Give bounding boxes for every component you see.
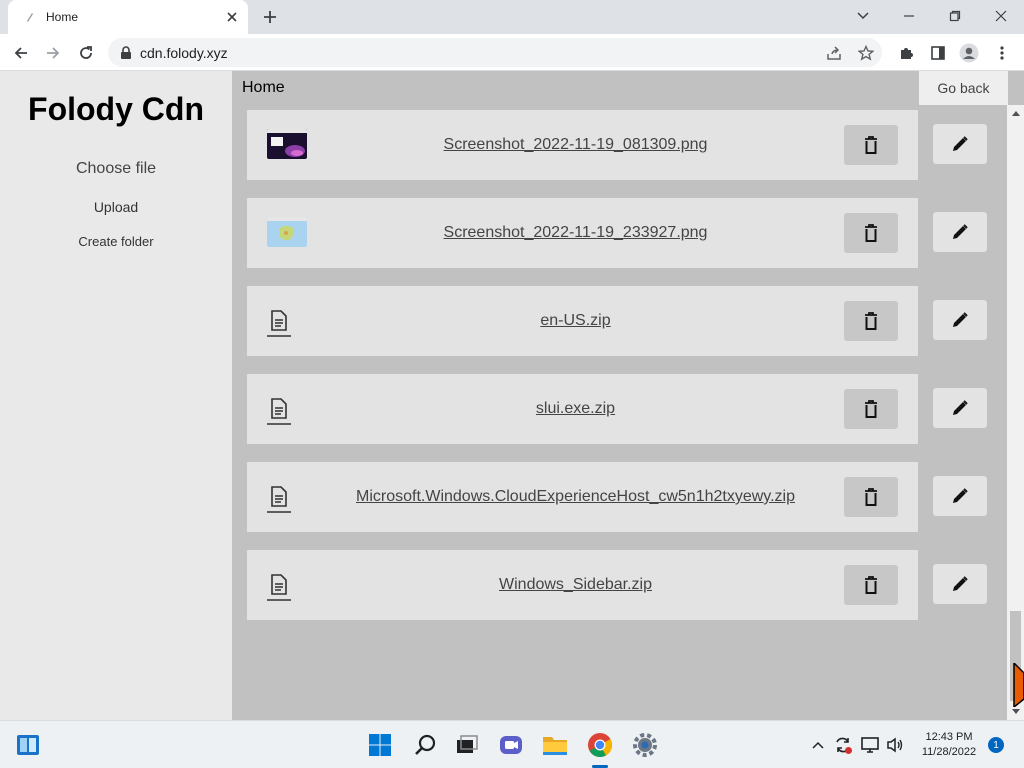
document-icon: [266, 484, 292, 514]
edit-button[interactable]: [933, 564, 987, 604]
file-row: Screenshot_2022-11-19_081309.png: [247, 110, 918, 180]
image-thumbnail: [267, 129, 307, 159]
settings-gear-icon[interactable]: [631, 731, 659, 759]
pencil-icon: [953, 312, 968, 327]
delete-button[interactable]: [844, 565, 898, 605]
new-tab-button[interactable]: [258, 6, 282, 28]
trash-icon: [865, 488, 877, 506]
tab-title: Home: [46, 10, 79, 24]
browser-tab[interactable]: Home: [8, 0, 248, 34]
search-icon[interactable]: [411, 731, 439, 759]
edit-button[interactable]: [933, 388, 987, 428]
back-arrow-icon[interactable]: [8, 40, 34, 66]
pencil-icon: [953, 576, 968, 591]
file-explorer-icon[interactable]: [541, 731, 569, 759]
create-folder-button[interactable]: Create folder: [0, 234, 232, 249]
bookmark-star-icon[interactable]: [853, 40, 879, 66]
file-name-link[interactable]: en-US.zip: [317, 286, 834, 356]
file-name-link[interactable]: Screenshot_2022-11-19_233927.png: [317, 198, 834, 268]
delete-button[interactable]: [844, 213, 898, 253]
extensions-puzzle-icon[interactable]: [893, 40, 919, 66]
favicon-icon: [24, 11, 36, 23]
reload-icon[interactable]: [73, 40, 99, 66]
edit-button[interactable]: [933, 300, 987, 340]
lock-icon[interactable]: [120, 45, 132, 60]
close-tab-icon[interactable]: [226, 11, 238, 23]
trash-icon: [865, 136, 877, 154]
edit-button[interactable]: [933, 212, 987, 252]
trash-icon: [865, 576, 877, 594]
scroll-down-arrow-icon[interactable]: [1010, 708, 1021, 716]
pencil-icon: [953, 400, 968, 415]
edit-button[interactable]: [933, 476, 987, 516]
document-icon: [266, 396, 292, 426]
share-icon[interactable]: [821, 40, 847, 66]
delete-button[interactable]: [844, 301, 898, 341]
clock-date: 11/28/2022: [921, 746, 977, 758]
chevron-up-icon[interactable]: [810, 737, 826, 753]
address-bar[interactable]: cdn.folody.xyz: [108, 38, 882, 67]
widgets-icon[interactable]: [14, 731, 42, 759]
sidebar: Folody Cdn Choose file Upload Create fol…: [0, 71, 232, 720]
task-view-icon[interactable]: [453, 731, 481, 759]
trash-icon: [865, 312, 877, 330]
url-text: cdn.folody.xyz: [140, 44, 228, 61]
delete-button[interactable]: [844, 125, 898, 165]
web-page: Folody Cdn Choose file Upload Create fol…: [0, 71, 1024, 720]
windows-start-icon[interactable]: [366, 731, 394, 759]
mouse-cursor-icon: [1012, 661, 1024, 709]
trash-icon: [865, 400, 877, 418]
file-row: Windows_Sidebar.zip: [247, 550, 918, 620]
trash-icon: [865, 224, 877, 242]
pencil-icon: [953, 488, 968, 503]
browser-toolbar: cdn.folody.xyz: [0, 34, 1024, 71]
side-panel-icon[interactable]: [925, 40, 951, 66]
file-row: en-US.zip: [247, 286, 918, 356]
system-clock[interactable]: 12:43 PM 11/28/2022: [912, 730, 986, 760]
kebab-menu-icon[interactable]: [989, 40, 1015, 66]
clock-time: 12:43 PM: [925, 731, 973, 743]
sync-alert-icon[interactable]: [833, 735, 853, 755]
go-back-button[interactable]: Go back: [919, 71, 1008, 105]
profile-avatar-icon[interactable]: [956, 40, 982, 66]
file-row: slui.exe.zip: [247, 374, 918, 444]
edit-button[interactable]: [933, 124, 987, 164]
brand-title: Folody Cdn: [28, 91, 204, 127]
image-thumbnail: [267, 217, 307, 247]
document-icon: [266, 308, 292, 338]
document-icon: [266, 572, 292, 602]
pencil-icon: [953, 136, 968, 151]
choose-file-button[interactable]: Choose file: [0, 160, 232, 178]
chat-icon[interactable]: [497, 731, 525, 759]
network-icon[interactable]: [860, 735, 880, 755]
chrome-icon[interactable]: [586, 731, 614, 759]
delete-button[interactable]: [844, 389, 898, 429]
restore-icon[interactable]: [940, 4, 970, 28]
close-window-icon[interactable]: [986, 4, 1016, 28]
tab-search-icon[interactable]: [848, 4, 878, 28]
volume-icon[interactable]: [885, 735, 905, 755]
forward-arrow-icon[interactable]: [40, 40, 66, 66]
upload-button[interactable]: Upload: [0, 199, 232, 215]
minimize-icon[interactable]: [894, 4, 924, 28]
taskbar: 12:43 PM 11/28/2022 1: [0, 720, 1024, 768]
file-name-link[interactable]: Screenshot_2022-11-19_081309.png: [317, 110, 834, 180]
pencil-icon: [953, 224, 968, 239]
file-name-link[interactable]: Microsoft.Windows.CloudExperienceHost_cw…: [317, 462, 834, 532]
file-row: Screenshot_2022-11-19_233927.png: [247, 198, 918, 268]
browser-tab-strip: Home: [0, 0, 1024, 34]
breadcrumb: Home: [232, 71, 1007, 105]
file-name-link[interactable]: slui.exe.zip: [317, 374, 834, 444]
file-name-link[interactable]: Windows_Sidebar.zip: [317, 550, 834, 620]
delete-button[interactable]: [844, 477, 898, 517]
file-row: Microsoft.Windows.CloudExperienceHost_cw…: [247, 462, 918, 532]
scroll-up-arrow-icon[interactable]: [1010, 109, 1021, 117]
notification-badge[interactable]: 1: [988, 737, 1004, 753]
